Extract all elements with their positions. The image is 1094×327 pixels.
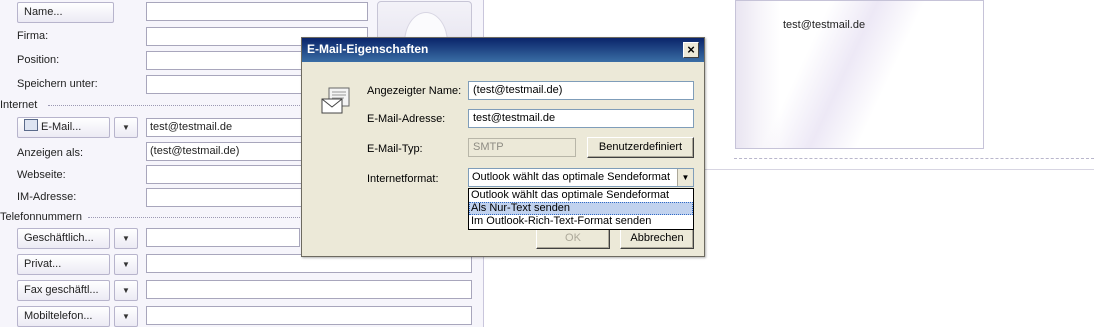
name-button[interactable]: Name... — [17, 2, 114, 23]
email-properties-dialog: E-Mail-Eigenschaften × Angezeigter Name:… — [301, 37, 705, 257]
chevron-down-icon[interactable]: ▼ — [677, 169, 693, 186]
email-button-label: E-Mail... — [41, 121, 82, 133]
email-type-label: E-Mail-Typ: — [367, 143, 423, 155]
format-option-plain-text[interactable]: Als Nur-Text senden — [469, 202, 693, 215]
cancel-button[interactable]: Abbrechen — [620, 228, 694, 249]
position-label: Position: — [17, 54, 60, 66]
chevron-down-icon: ▼ — [122, 312, 130, 321]
format-option-rich-text[interactable]: Im Outlook-Rich-Text-Format senden — [469, 215, 693, 228]
email-field[interactable]: test@testmail.de — [146, 118, 306, 137]
email-address-label: E-Mail-Adresse: — [367, 113, 446, 125]
fax-business-dropdown[interactable]: ▼ — [114, 280, 138, 301]
business-card-email: test@testmail.de — [783, 19, 866, 31]
chevron-down-icon: ▼ — [122, 234, 130, 243]
address-book-icon — [24, 119, 38, 131]
dialog-titlebar[interactable]: E-Mail-Eigenschaften × — [302, 38, 704, 62]
display-name-label: Angezeigter Name: — [367, 85, 462, 97]
email-properties-icon — [321, 87, 350, 114]
section-phone-label: Telefonnummern — [0, 211, 82, 223]
section-phone-divider — [88, 217, 304, 218]
internet-format-value: Outlook wählt das optimale Sendeformat — [472, 171, 671, 183]
name-field[interactable] — [146, 2, 368, 21]
fax-business-button[interactable]: Fax geschäftl... — [17, 280, 110, 301]
im-address-field[interactable] — [146, 188, 306, 207]
dialog-title: E-Mail-Eigenschaften — [307, 42, 429, 56]
email-dropdown-button[interactable]: ▼ — [114, 117, 138, 138]
save-as-label: Speichern unter: — [17, 78, 98, 90]
email-button[interactable]: E-Mail... — [17, 117, 110, 138]
close-button[interactable]: × — [683, 42, 699, 58]
website-field[interactable] — [146, 165, 306, 184]
phone-business-button[interactable]: Geschäftlich... — [17, 228, 110, 249]
display-as-label: Anzeigen als: — [17, 147, 84, 159]
chevron-down-icon: ▼ — [122, 260, 130, 269]
mobile-dropdown[interactable]: ▼ — [114, 306, 138, 327]
mobile-field[interactable] — [146, 306, 472, 325]
internet-format-label: Internetformat: — [367, 173, 439, 185]
display-as-field[interactable]: (test@testmail.de) — [146, 142, 306, 161]
company-label: Firma: — [17, 30, 49, 42]
phone-private-button[interactable]: Privat... — [17, 254, 110, 275]
chevron-down-icon: ▼ — [122, 286, 130, 295]
phone-business-dropdown[interactable]: ▼ — [114, 228, 138, 249]
phone-business-field[interactable] — [146, 228, 300, 247]
mobile-button[interactable]: Mobiltelefon... — [17, 306, 110, 327]
section-internet-label: Internet — [0, 99, 38, 111]
im-address-label: IM-Adresse: — [17, 191, 77, 203]
close-icon: × — [687, 42, 695, 57]
ok-button[interactable]: OK — [536, 228, 610, 249]
email-type-input: SMTP — [468, 138, 576, 157]
chevron-down-icon: ▼ — [122, 123, 130, 132]
internet-format-dropdown-list: Outlook wählt das optimale Sendeformat A… — [468, 188, 694, 230]
custom-button[interactable]: Benutzerdefiniert — [587, 137, 694, 158]
fax-business-field[interactable] — [146, 280, 472, 299]
phone-private-dropdown[interactable]: ▼ — [114, 254, 138, 275]
display-name-input[interactable]: (test@testmail.de) — [468, 81, 694, 100]
website-label: Webseite: — [17, 169, 66, 181]
format-option-optimal[interactable]: Outlook wählt das optimale Sendeformat — [469, 189, 693, 202]
internet-format-select[interactable]: Outlook wählt das optimale Sendeformat ▼ — [468, 168, 694, 187]
email-address-input[interactable]: test@testmail.de — [468, 109, 694, 128]
notes-divider — [734, 158, 1094, 159]
